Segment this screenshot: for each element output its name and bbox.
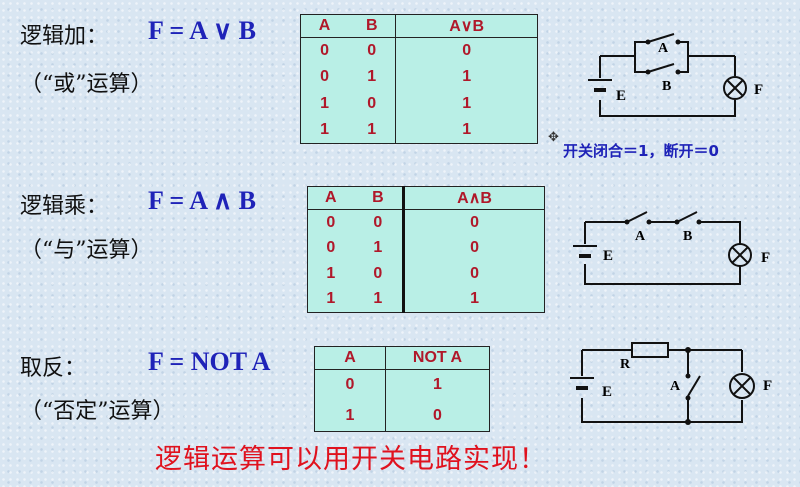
circuit-label-f: F (761, 250, 770, 266)
table-header-row: A NOT A (314, 346, 490, 370)
column-header: B (372, 189, 384, 206)
column-header: A (344, 349, 356, 366)
table-cell: 1 (326, 264, 336, 282)
table-cell: 0 (367, 42, 377, 60)
table-row: 0 1 0 (308, 235, 545, 261)
circuit-wire (634, 41, 735, 73)
not-truth-table: A NOT A 01 10 (314, 346, 490, 432)
or-formula: F = A ∨ B (148, 16, 257, 45)
table-cell: 0 (345, 376, 355, 394)
switch-a (626, 211, 648, 223)
and-truth-table: A B A∧B 000 010 100 111 (307, 186, 545, 313)
table-cell: 0 (402, 209, 545, 236)
and-circuit-diagram: A B E F (573, 211, 770, 285)
table-row: 01 (315, 369, 490, 401)
switch-note: 开关闭合＝1，断开＝0 (563, 142, 719, 160)
lamp-cross (732, 376, 752, 396)
circuit-label-r: R (620, 357, 631, 372)
or-title: 逻辑加： (20, 24, 109, 49)
table-cell: 1 (320, 120, 330, 138)
or-circuit-diagram: A B E F (588, 33, 763, 117)
table-row: 101 (301, 90, 538, 117)
not-subtitle: （“否定”运算） (20, 399, 175, 424)
resistor-icon (631, 342, 669, 358)
table-row: 000 (301, 37, 538, 65)
column-header: B (365, 17, 378, 34)
table-cell: 1 (345, 406, 355, 424)
circuit-label-a: A (635, 229, 646, 244)
table-cell: 1 (395, 116, 538, 144)
circuit-label-e: E (616, 88, 626, 104)
switch-b (676, 211, 698, 223)
table-cell: 1 (367, 68, 377, 86)
table-cell: 1 (373, 239, 383, 257)
circuit-label-b: B (683, 229, 692, 244)
column-header: A∨B (395, 14, 538, 38)
switch-a (687, 375, 701, 397)
table-cell: 0 (385, 400, 490, 432)
table-cell: 0 (326, 239, 336, 257)
lamp-cross (726, 79, 744, 97)
circuit-wire (585, 221, 741, 244)
conclusion-banner: 逻辑运算可以用开关电路实现！ (155, 444, 547, 475)
column-header: A∧B (402, 186, 545, 210)
table-cell: 0 (373, 264, 383, 282)
table-row: 0 11 (301, 64, 538, 91)
column-header: A (325, 189, 337, 206)
or-truth-table: A B A∨B 000 011 101 111 (300, 14, 538, 144)
table-cell: 1 (402, 286, 545, 313)
table-cell: 0 (326, 213, 336, 231)
table-cell: 0 (367, 94, 377, 112)
column-header: A (318, 17, 331, 34)
table-cell: 1 (385, 369, 490, 401)
circuit-label-b: B (662, 79, 671, 94)
table-cell: 1 (320, 94, 330, 112)
table-cell: 0 (402, 235, 545, 261)
table-cell: 1 (373, 290, 383, 308)
table-cell: 0 (402, 260, 545, 287)
circuit-label-e: E (602, 384, 612, 400)
and-formula: F = A ∧ B (148, 186, 257, 215)
or-subtitle: （“或”运算） (20, 72, 153, 97)
circuit-label-f: F (763, 378, 772, 394)
circuit-label-a: A (658, 41, 669, 56)
and-subtitle: （“与”运算） (20, 238, 153, 263)
circuit-label-e: E (603, 248, 613, 264)
not-title: 取反： (20, 356, 87, 381)
circuit-label-f: F (754, 82, 763, 98)
table-header-row: A B A∨B (300, 14, 538, 38)
table-cell: 1 (395, 64, 538, 91)
table-cell: 0 (320, 68, 330, 86)
table-cell: 1 (395, 90, 538, 117)
table-row: 1 0 0 (308, 260, 545, 287)
lamp-cross (731, 246, 749, 264)
table-cell: 0 (320, 42, 330, 60)
cursor-icon: ✥ (548, 130, 559, 145)
table-row: 111 (301, 116, 538, 144)
and-title: 逻辑乘： (20, 194, 109, 219)
table-cell: 0 (395, 37, 538, 65)
table-row: 1 1 1 (308, 286, 545, 313)
table-row: 10 (315, 400, 490, 432)
table-cell: 1 (367, 120, 377, 138)
circuit-label-a: A (670, 379, 681, 394)
table-row: 0 0 0 (308, 209, 545, 236)
switch-b (647, 63, 675, 73)
not-formula: F = NOT A (148, 347, 271, 376)
table-header-row: A B A∧B (307, 186, 545, 210)
column-header: NOT A (385, 346, 490, 370)
table-cell: 1 (326, 290, 336, 308)
table-cell: 0 (373, 213, 383, 231)
not-circuit-diagram: R A E F (570, 342, 772, 425)
